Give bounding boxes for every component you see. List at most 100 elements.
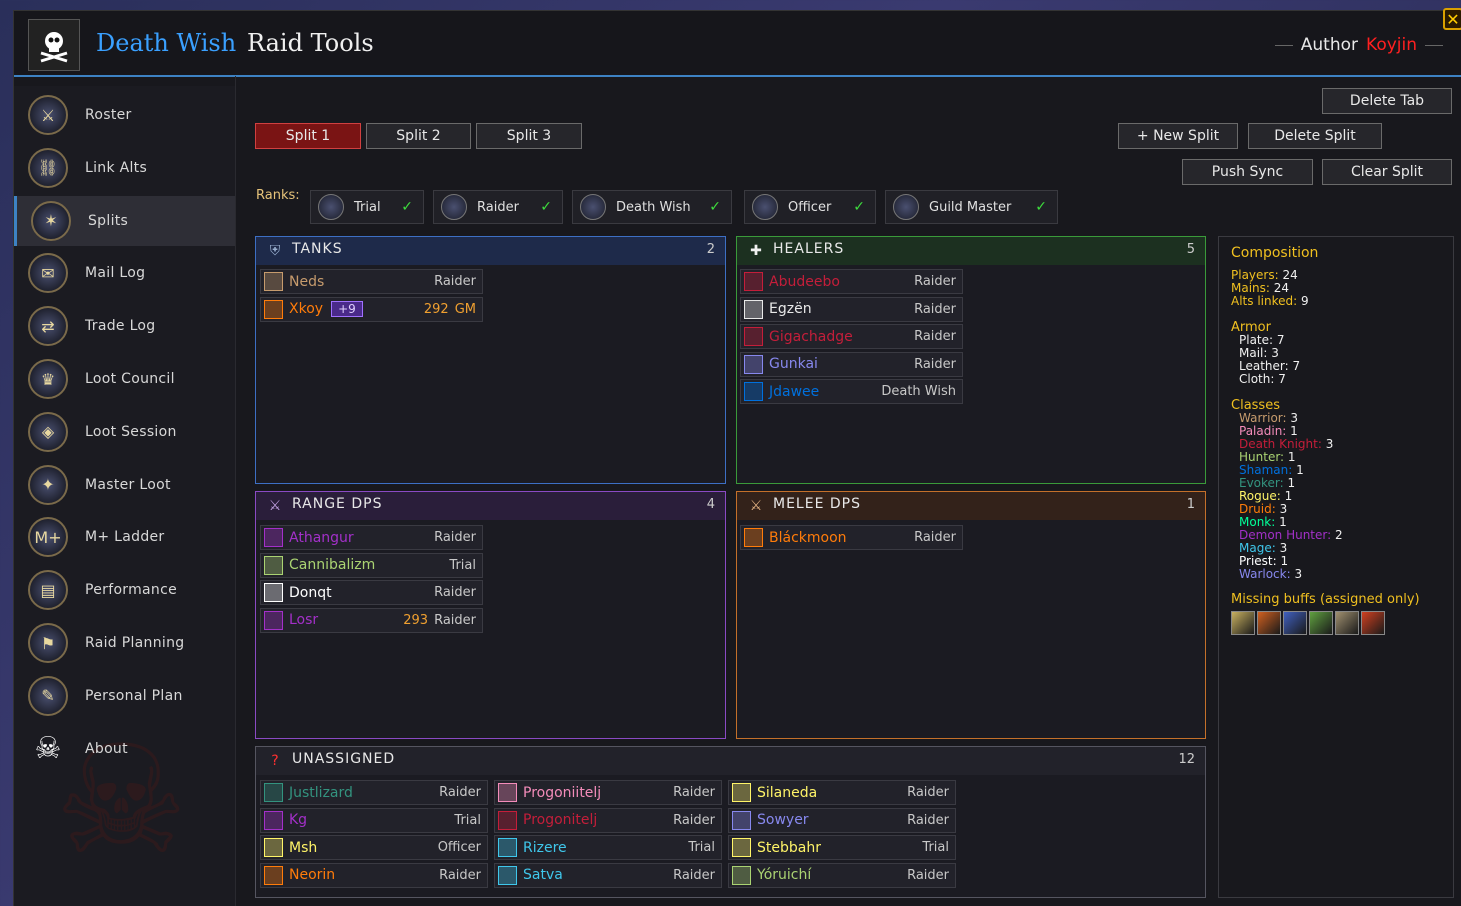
player-row[interactable]: Athangur Raider — [260, 525, 483, 550]
sidebar-item-trade-log[interactable]: ⇄ Trade Log — [14, 301, 236, 351]
missing-buffs-list — [1231, 611, 1385, 635]
player-row[interactable]: Gigachadge Raider — [740, 324, 963, 349]
sidebar-item-loot-council[interactable]: ♛ Loot Council — [14, 354, 236, 404]
sidebar-item-raid-planning[interactable]: ⚑ Raid Planning — [14, 618, 236, 668]
item-level: 292 — [423, 301, 449, 317]
buff-icon-5 — [1335, 611, 1359, 635]
player-row[interactable]: Neds Raider — [260, 269, 483, 294]
class-icon — [264, 583, 283, 602]
delete-split-button[interactable]: Delete Split — [1248, 123, 1382, 149]
player-name: Athangur — [289, 529, 354, 546]
player-row[interactable]: Egzën Raider — [740, 296, 963, 322]
rank-filter-death-wish[interactable]: Death Wish ✓ — [572, 190, 732, 224]
loot-council-icon: ♛ — [28, 359, 68, 399]
class-icon — [744, 354, 763, 374]
clear-split-button[interactable]: Clear Split — [1322, 159, 1452, 185]
player-rank: Raider — [914, 356, 956, 372]
sidebar-item-label: Roster — [85, 107, 132, 123]
panel-count: 5 — [1186, 242, 1195, 257]
player-row[interactable]: Progonitelj Raider — [494, 807, 722, 833]
player-rank: Raider — [914, 530, 956, 545]
player-name: Abudeebo — [769, 273, 840, 290]
class-icon — [744, 327, 763, 346]
sidebar-item-personal-plan[interactable]: ✎ Personal Plan — [14, 671, 236, 721]
player-row[interactable]: Neorin Raider — [260, 862, 488, 888]
player-row[interactable]: Donqt Raider — [260, 580, 483, 605]
panel-title: UNASSIGNED — [292, 751, 396, 767]
sidebar-item-label: Mail Log — [85, 265, 146, 282]
player-row[interactable]: Jdawee Death Wish — [740, 379, 963, 404]
player-rank: Raider — [434, 585, 476, 600]
player-row[interactable]: Progoniitelj Raider — [494, 780, 722, 805]
sidebar-item-about[interactable]: ☠ About — [14, 724, 236, 774]
loot-session-icon: ◈ — [28, 411, 68, 452]
raid-planning-icon: ⚑ — [28, 623, 68, 663]
player-row[interactable]: Cannibalizm Trial — [260, 552, 483, 578]
player-name: Rizere — [523, 839, 567, 856]
player-rank: Raider — [914, 301, 956, 317]
new-split-button[interactable]: + New Split — [1118, 123, 1238, 149]
rank-filter-guild-master[interactable]: Guild Master ✓ — [885, 190, 1058, 224]
rank-filter-trial[interactable]: Trial ✓ — [310, 190, 424, 224]
tab-split-2[interactable]: Split 2 — [366, 123, 471, 149]
panel-count: 2 — [706, 242, 715, 257]
mail-icon: ✉ — [28, 253, 68, 294]
player-row[interactable]: Silaneda Raider — [728, 780, 956, 805]
player-row[interactable]: Yóruichí Raider — [728, 862, 956, 888]
tab-split-1[interactable]: Split 1 — [255, 123, 361, 149]
player-row[interactable]: Abudeebo Raider — [740, 269, 963, 294]
sidebar-item-mail-log[interactable]: ✉ Mail Log — [14, 248, 236, 298]
player-row[interactable]: Msh Officer — [260, 835, 488, 860]
class-icon — [264, 528, 283, 547]
composition-panel: Composition Players: 24 Mains: 24 Alts l… — [1218, 236, 1454, 898]
sidebar-item-label: About — [85, 740, 128, 757]
class-icon — [498, 865, 517, 885]
rank-filter-raider[interactable]: Raider ✓ — [433, 190, 563, 224]
sidebar-item-link-alts[interactable]: ⛓ Link Alts — [14, 143, 236, 193]
class-icon — [732, 865, 751, 885]
player-row[interactable]: Sowyer Raider — [728, 807, 956, 833]
player-rank: Trial — [922, 840, 949, 855]
title-bar: Death Wish Raid Tools Author Koyjin — [14, 11, 1461, 77]
player-row[interactable]: Justlizard Raider — [260, 780, 488, 805]
divider — [235, 76, 236, 906]
close-icon: ✕ — [1446, 9, 1460, 29]
player-row[interactable]: Losr 293 Raider — [260, 607, 483, 633]
close-button[interactable]: ✕ — [1443, 8, 1461, 30]
sidebar-item-performance[interactable]: ▤ Performance — [14, 565, 236, 615]
melee-dps-icon: ⚔ — [749, 498, 763, 514]
class-count: Warlock: 3 — [1239, 567, 1303, 581]
sidebar-item-master-loot[interactable]: ✦ Master Loot — [14, 460, 236, 510]
checkmark-icon: ✓ — [1035, 199, 1047, 215]
player-row[interactable]: Satva Raider — [494, 862, 722, 888]
player-row[interactable]: Xkoy +9 292 GM — [260, 296, 483, 322]
class-icon — [744, 299, 763, 319]
performance-icon: ▤ — [28, 570, 68, 611]
player-row[interactable]: Bláckmoon Raider — [740, 525, 963, 550]
player-rank: Raider — [439, 867, 481, 883]
player-rank: Raider — [907, 867, 949, 883]
player-name: Gunkai — [769, 356, 818, 372]
player-name: Msh — [289, 839, 318, 856]
sidebar-item-loot-session[interactable]: ◈ Loot Session — [14, 407, 236, 457]
sidebar-item-label: Personal Plan — [85, 687, 183, 704]
sidebar-item-label: Link Alts — [85, 159, 148, 176]
tab-split-3[interactable]: Split 3 — [476, 123, 582, 149]
sidebar-item-splits[interactable]: ✶ Splits — [14, 195, 236, 246]
panel-title: TANKS — [292, 241, 343, 257]
tank-shield-icon: ⛨ — [269, 243, 281, 259]
player-row[interactable]: Kg Trial — [260, 807, 488, 833]
player-row[interactable]: Rizere Trial — [494, 835, 722, 860]
delete-tab-button[interactable]: Delete Tab — [1322, 88, 1452, 114]
player-row[interactable]: Gunkai Raider — [740, 351, 963, 377]
sidebar-item-label: Performance — [85, 582, 178, 599]
rank-filter-officer[interactable]: Officer ✓ — [744, 190, 876, 224]
sidebar-item-roster[interactable]: ⚔ Roster — [14, 90, 236, 140]
rank-emblem-icon — [893, 194, 919, 220]
class-icon — [264, 783, 283, 802]
player-row[interactable]: Stebbahr Trial — [728, 835, 956, 860]
push-sync-button[interactable]: Push Sync — [1182, 159, 1313, 185]
sidebar-item-m-ladder[interactable]: M+ M+ Ladder — [14, 512, 236, 562]
class-icon — [732, 783, 751, 802]
class-icon — [498, 838, 517, 857]
